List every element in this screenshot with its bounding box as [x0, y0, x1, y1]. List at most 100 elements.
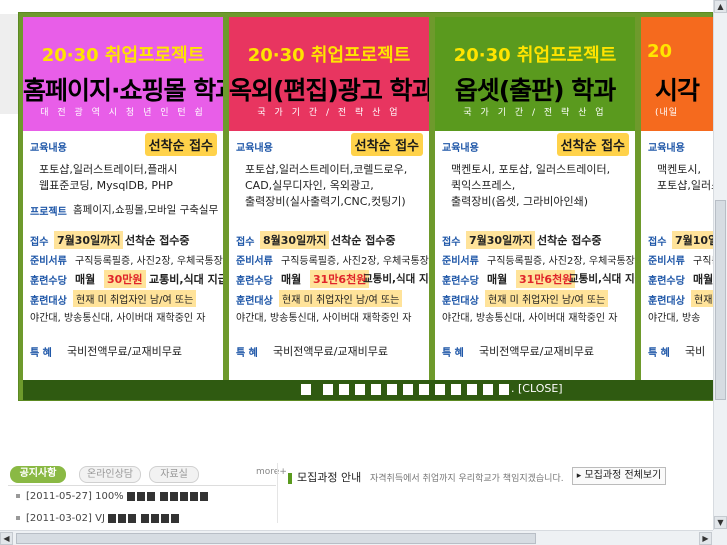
panel-course-subtitle: 대 전 광 역 시 청 년 인 턴 쉽: [40, 108, 206, 118]
first-come-badge: 선착순 접수: [556, 133, 629, 156]
content-line: 퀵익스프레스,: [451, 179, 516, 192]
scroll-left-icon[interactable]: ◀: [0, 532, 13, 545]
target-line2: 야간대, 방송통신대, 사이버대 재학중인 자: [236, 313, 412, 324]
page-dot-12[interactable]: [483, 384, 493, 395]
page-dot-7[interactable]: [403, 384, 413, 395]
panel-project-title: 20·30 취업프로젝트: [41, 45, 205, 66]
more-link[interactable]: more+: [256, 467, 287, 477]
page-dot-8[interactable]: [419, 384, 429, 395]
scroll-right-icon[interactable]: ▶: [699, 532, 712, 545]
course-panel-visual[interactable]: 20 시각 (내일 교육내용 맥켄토시, 포토샵,일러스 접수 7월10일까 준…: [641, 17, 713, 381]
panel-project-title: 20·30 취업프로젝트: [247, 45, 411, 66]
page-dot-10[interactable]: [451, 384, 461, 395]
receipt-status: 선착순 접수중: [331, 234, 396, 247]
recruit-title: 모집과정 안내: [288, 469, 361, 485]
title-marker-icon: [288, 472, 292, 484]
allowance-amount: 31만6천원: [310, 270, 370, 288]
course-panel-outdoor-ad[interactable]: 20·30 취업프로젝트 옥외(편집)광고 학과 국 가 기 간 / 전 략 산…: [229, 17, 432, 381]
close-button[interactable]: . [CLOSE]: [511, 382, 563, 395]
panel-body: 교육내용 선착순 접수 포토샵,일러스트레이터,플래시 웹표준코딩, Mysql…: [23, 131, 223, 381]
recruit-subtitle: 자격취득에서 취업까지 우리학교가 책임지겠습니다.: [370, 474, 564, 484]
label-benefit: 특 혜: [236, 348, 258, 359]
notice-item[interactable]: [2011-03-02] VJ: [16, 513, 181, 524]
label-docs: 준비서류: [648, 256, 685, 267]
tab-resources[interactable]: 자료실: [149, 466, 199, 483]
allowance-prefix: 매월: [487, 273, 508, 286]
section-divider: [277, 463, 278, 523]
label-target: 훈련대상: [442, 296, 479, 307]
panel-body: 교육내용 맥켄토시, 포토샵,일러스 접수 7월10일까 준비서류 구직등 훈련…: [641, 131, 713, 381]
label-content: 교육내용: [648, 143, 685, 154]
panel-course-title: 옥외(편집)광고 학과: [229, 76, 429, 105]
label-receipt: 접수: [648, 237, 667, 248]
tab-online-consult[interactable]: 온라인상담: [79, 466, 141, 483]
content-line: CAD,실무디자인, 옥외광고,: [245, 179, 374, 192]
scrollbar-corner: [713, 530, 727, 545]
label-allowance: 훈련수당: [236, 276, 273, 287]
notice-item[interactable]: [2011-05-27] 100%: [16, 491, 210, 502]
label-receipt: 접수: [236, 237, 255, 248]
page-dot-1[interactable]: [301, 384, 311, 395]
vertical-scroll-thumb[interactable]: [715, 200, 726, 400]
panel-header: 20·30 취업프로젝트 옵셋(출판) 학과 국 가 기 간 / 전 략 산 업: [435, 17, 635, 131]
scroll-up-icon[interactable]: ▲: [714, 0, 727, 13]
allowance-prefix: 매월: [693, 273, 713, 286]
label-docs: 준비서류: [236, 256, 273, 267]
allowance-amount: 30만원: [104, 270, 146, 288]
content-line: 출력장비(실사출력기,CNC,컷팅기): [245, 195, 406, 208]
target-line2: 야간대, 방송통신대, 사이버대 재학중인 자: [30, 313, 206, 324]
panel-course-title: 옵셋(출판) 학과: [454, 76, 617, 105]
panel-course-subtitle: (내일: [655, 108, 679, 118]
allowance-prefix: 매월: [281, 273, 302, 286]
panel-header: 20 시각 (내일: [641, 17, 713, 131]
vertical-scrollbar[interactable]: ▲ ▼: [713, 0, 727, 530]
label-allowance: 훈련수당: [30, 276, 67, 287]
page-dot-6[interactable]: [387, 384, 397, 395]
benefit-text: 국비전액무료/교재비무료: [67, 345, 183, 358]
label-benefit: 특 혜: [30, 348, 52, 359]
scroll-down-icon[interactable]: ▼: [714, 516, 727, 529]
allowance-prefix: 매월: [75, 273, 96, 286]
label-target: 훈련대상: [30, 296, 67, 307]
target-line1: 현재 미 취업자인 남/여 또는: [485, 290, 609, 307]
benefit-text: 국비전액무료/교재비무료: [273, 345, 389, 358]
page-dot-11[interactable]: [467, 384, 477, 395]
target-line1: 현재 미 취업자인 남/여 또는: [73, 290, 197, 307]
page-dot-9[interactable]: [435, 384, 445, 395]
label-benefit: 특 혜: [648, 348, 670, 359]
label-content: 교육내용: [442, 143, 479, 154]
page-dot-4[interactable]: [355, 384, 365, 395]
docs-text: 구직등록필증, 사진2장, 우체국통장: [75, 256, 223, 267]
content-line: 포토샵,일러스: [657, 179, 713, 192]
receipt-status: 선착순 접수중: [537, 234, 602, 247]
page-dot-13[interactable]: [499, 384, 509, 395]
page-dot-2[interactable]: [323, 384, 333, 395]
panel-header: 20·30 취업프로젝트 홈페이지·쇼핑몰 학과 대 전 광 역 시 청 년 인…: [23, 17, 223, 131]
horizontal-scroll-thumb[interactable]: [16, 533, 536, 544]
target-line1: 현재 미: [691, 290, 713, 307]
panel-course-subtitle: 국 가 기 간 / 전 략 산 업: [463, 108, 607, 118]
content-line: 맥켄토시, 포토샵, 일러스트레이터,: [451, 163, 611, 176]
horizontal-scrollbar[interactable]: ◀ ▶: [0, 530, 713, 545]
receipt-date: 7월30일까지: [54, 231, 124, 249]
panel-project-title: 20: [647, 41, 673, 62]
view-all-courses-button[interactable]: ▸ 모집과정 전체보기: [572, 467, 666, 485]
arrow-icon: ▸: [576, 471, 582, 481]
bullet-icon: [16, 494, 20, 498]
page-dot-5[interactable]: [371, 384, 381, 395]
popup-control-bar: . [CLOSE]: [23, 380, 713, 400]
course-popup: 20·30 취업프로젝트 홈페이지·쇼핑몰 학과 대 전 광 역 시 청 년 인…: [18, 12, 713, 401]
label-project: 프로젝트: [30, 207, 67, 218]
allowance-amount: 31만6천원: [516, 270, 576, 288]
docs-text: 구직등록필증, 사진2장, 우체국통장: [281, 256, 429, 267]
course-panel-homepage[interactable]: 20·30 취업프로젝트 홈페이지·쇼핑몰 학과 대 전 광 역 시 청 년 인…: [23, 17, 226, 381]
benefit-text: 국비: [685, 345, 706, 358]
page: 20·30 취업프로젝트 홈페이지·쇼핑몰 학과 대 전 광 역 시 청 년 인…: [0, 0, 727, 545]
receipt-date: 7월10일까: [672, 231, 713, 249]
notice-header-line: [8, 485, 276, 486]
tab-notice[interactable]: 공지사항: [10, 466, 66, 483]
page-dot-3[interactable]: [339, 384, 349, 395]
first-come-badge: 선착순 접수: [350, 133, 423, 156]
label-benefit: 특 혜: [442, 348, 464, 359]
course-panel-offset[interactable]: 20·30 취업프로젝트 옵셋(출판) 학과 국 가 기 간 / 전 략 산 업…: [435, 17, 638, 381]
